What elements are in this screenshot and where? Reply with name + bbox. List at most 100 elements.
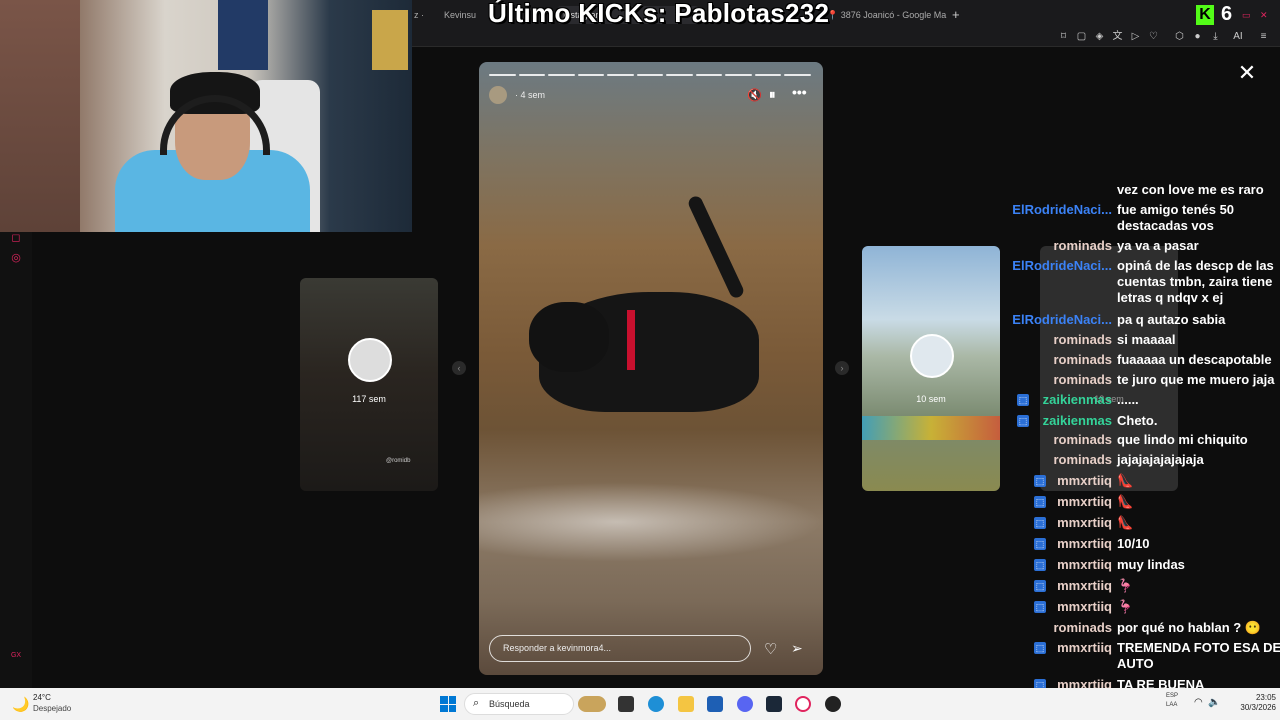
edge-icon[interactable] xyxy=(648,696,664,712)
story-time-ago-text: 4 sem xyxy=(520,90,546,100)
story-preview-left[interactable]: 117 sem @romidb xyxy=(300,278,438,491)
store-icon[interactable] xyxy=(707,696,723,712)
chat-badge-icon: ⬚ xyxy=(1034,642,1046,654)
more-options-icon[interactable]: ••• xyxy=(792,84,807,100)
like-heart-icon[interactable]: ♡ xyxy=(764,640,777,658)
language-code[interactable]: ESP xyxy=(1166,693,1178,699)
chat-username[interactable]: rominads xyxy=(1053,332,1112,348)
weather-desc[interactable]: Despejado xyxy=(33,704,71,713)
dog-tail xyxy=(686,194,746,300)
story-progress-segment xyxy=(784,74,811,76)
chat-username[interactable]: mmxrtiiq xyxy=(1057,677,1112,688)
chat-text: si maaaal xyxy=(1117,332,1176,347)
close-icon[interactable]: ✕ xyxy=(1236,62,1258,84)
chat-username[interactable]: mmxrtiiq xyxy=(1057,599,1112,615)
taskbar-widget-icon[interactable] xyxy=(578,696,606,712)
chat-username[interactable]: mmxrtiiq xyxy=(1057,578,1112,594)
volume-icon[interactable]: 🔈 xyxy=(1208,697,1220,708)
chat-username[interactable]: rominads xyxy=(1053,432,1112,448)
chat-username[interactable]: mmxrtiiq xyxy=(1057,494,1112,510)
previous-story-button[interactable]: ‹ xyxy=(452,361,466,375)
obs-icon[interactable] xyxy=(825,696,841,712)
profile-icon[interactable]: ● xyxy=(1192,31,1203,42)
heart-icon[interactable]: ♡ xyxy=(1148,31,1159,42)
snapshot-icon[interactable]: ▢ xyxy=(1076,31,1087,42)
download-icon[interactable]: ⤓ xyxy=(1210,31,1221,42)
ai-button[interactable]: AI xyxy=(1228,31,1248,42)
tab-fragment[interactable]: z · xyxy=(414,6,436,24)
story-avatar xyxy=(348,338,392,382)
chat-username[interactable]: mmxrtiiq xyxy=(1057,640,1112,656)
chat-text: muy lindas xyxy=(1117,557,1185,572)
weather-moon-icon: 🌙 xyxy=(12,696,30,712)
chat-badge-icon: ⬚ xyxy=(1034,538,1046,550)
chat-username[interactable]: zaikienmas xyxy=(1043,413,1112,429)
pause-icon[interactable]: ⏸ xyxy=(769,87,776,103)
pin-icon[interactable]: ⌑ xyxy=(1058,31,1069,42)
window-close-icon[interactable]: ✕ xyxy=(1260,6,1270,24)
webcam-feed xyxy=(0,0,412,232)
story-progress-segment xyxy=(577,74,605,76)
translate-icon[interactable]: 文 xyxy=(1112,31,1123,42)
chat-username[interactable]: ElRodrideNaci... xyxy=(1012,202,1112,218)
chat-username[interactable]: mmxrtiiq xyxy=(1057,473,1112,489)
start-windows-icon[interactable] xyxy=(440,696,456,712)
steam-icon[interactable] xyxy=(766,696,782,712)
discord-icon[interactable] xyxy=(737,696,753,712)
chat-text: opiná de las descp de las cuentas tmbn, … xyxy=(1117,258,1274,305)
weather-temp[interactable]: 24°C xyxy=(33,693,51,702)
shield-icon[interactable]: ◈ xyxy=(1094,31,1105,42)
chat-username[interactable]: ElRodrideNaci... xyxy=(1012,312,1112,328)
chat-badge-icon: ⬚ xyxy=(1034,679,1046,688)
menu-icon[interactable]: ≡ xyxy=(1258,31,1269,42)
chat-username[interactable]: mmxrtiiq xyxy=(1057,515,1112,531)
chat-text: 👠 xyxy=(1117,473,1134,488)
chat-username[interactable]: rominads xyxy=(1053,620,1112,636)
gx-logo-icon: GX xyxy=(10,652,22,659)
story-time-ago: · 4 sem xyxy=(515,90,545,100)
webcam-poster xyxy=(218,0,268,70)
sidebar-target-icon[interactable]: ◎ xyxy=(10,252,22,264)
tab-google-maps[interactable]: 📍 3876 Joanicó - Google Ma xyxy=(827,6,957,24)
chat-username[interactable]: rominads xyxy=(1053,238,1112,254)
chat-username[interactable]: rominads xyxy=(1053,452,1112,468)
mute-icon[interactable]: 🔇 xyxy=(747,88,762,102)
sidebar-instagram-icon[interactable]: ◻ xyxy=(10,232,22,244)
chat-badge-icon: ⬚ xyxy=(1034,475,1046,487)
search-box[interactable]: ⌕ Búsqueda xyxy=(464,693,574,715)
chat-text: 👠 xyxy=(1117,494,1134,509)
wifi-icon[interactable]: ◠ xyxy=(1194,697,1203,708)
opera-gx-icon[interactable] xyxy=(795,696,811,712)
new-tab-button[interactable]: + xyxy=(952,6,964,24)
chat-username[interactable]: mmxrtiiq xyxy=(1057,536,1112,552)
wave-foam xyxy=(479,482,823,562)
reply-input[interactable]: Responder a kevinmora4... xyxy=(489,635,751,662)
next-story-button[interactable]: › xyxy=(835,361,849,375)
tab-label: 3876 Joanicó - Google Ma xyxy=(840,10,947,20)
chat-text: 👠 xyxy=(1117,515,1134,530)
chat-username[interactable]: rominads xyxy=(1053,372,1112,388)
story-progress-segment xyxy=(636,74,664,76)
task-view-icon[interactable] xyxy=(618,696,634,712)
language-sub[interactable]: LAA xyxy=(1166,702,1177,708)
file-explorer-icon[interactable] xyxy=(678,696,694,712)
chat-username[interactable]: ElRodrideNaci... xyxy=(1012,258,1112,274)
viewer-count: 6 xyxy=(1221,3,1233,25)
chat-text: que lindo mi chiquito xyxy=(1117,432,1248,447)
story-progress-segment xyxy=(518,74,546,76)
chat-badge-icon: ⬚ xyxy=(1034,580,1046,592)
story-time: 117 sem xyxy=(352,394,386,404)
play-icon[interactable]: ▷ xyxy=(1130,31,1141,42)
story-author-avatar[interactable] xyxy=(489,86,507,104)
story-viewer[interactable]: · 4 sem 🔇 ⏸ ••• Responder a kevinmora4..… xyxy=(479,62,823,675)
chat-username[interactable]: rominads xyxy=(1053,352,1112,368)
share-send-icon[interactable]: ➢ xyxy=(791,640,803,657)
clock-date[interactable]: 30/3/2026 xyxy=(1228,703,1276,712)
windows-taskbar: 🌙 24°C Despejado ⌕ Búsqueda ESP LAA ◠ 🔈 … xyxy=(0,688,1280,720)
story-progress-segment xyxy=(548,74,575,76)
extensions-icon[interactable]: ⬡ xyxy=(1174,31,1185,42)
chat-username[interactable]: zaikienmas xyxy=(1043,392,1112,408)
clock-time[interactable]: 23:05 xyxy=(1228,693,1276,702)
window-minimize-icon[interactable]: ▭ xyxy=(1242,6,1252,24)
chat-username[interactable]: mmxrtiiq xyxy=(1057,557,1112,573)
